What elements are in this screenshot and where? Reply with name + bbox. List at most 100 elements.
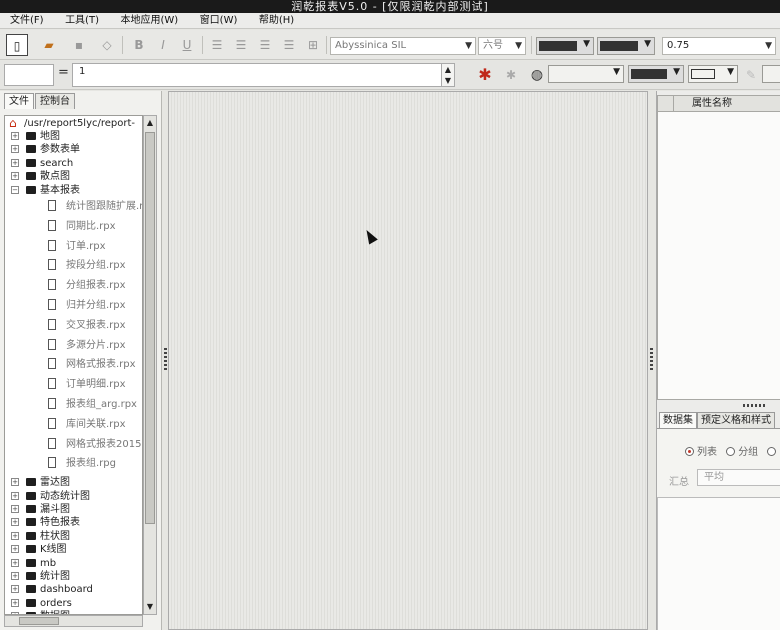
font-family-select[interactable]: Abyssinica SIL ▼ [330,37,476,55]
file-icon [48,417,56,429]
expand-icon[interactable]: + [11,558,19,567]
tree-root[interactable]: ⌂ /usr/report5lyc/report- [5,117,142,130]
run-report-icon[interactable]: ✱ [474,64,496,86]
properties-panel: 属性名称 数据集 预定义格和样式 列表 分组 汇总 平均 [656,91,780,630]
tab-files[interactable]: 文件 [4,93,34,109]
align-right-icon[interactable]: ☰ [254,34,276,56]
folder-icon [26,572,36,580]
radio-group[interactable] [726,447,736,456]
expand-icon[interactable]: + [11,145,19,154]
expand-icon[interactable]: + [11,545,19,554]
menu-bar: 文件(F) 工具(T) 本地应用(W) 窗口(W) 帮助(H) [0,13,780,29]
align-left-icon[interactable]: ☰ [206,34,228,56]
scroll-up-icon[interactable]: ▲ [144,116,156,130]
chevron-down-icon: ▼ [644,39,651,49]
chevron-down-icon: ▼ [673,67,680,77]
property-name-header: 属性名称 [658,96,780,112]
summary-select[interactable]: 平均 [697,469,780,486]
file-icon [48,457,56,469]
folder-icon [26,558,36,567]
font-size-select[interactable]: 六号 ▼ [478,37,526,55]
dataset-config: 列表 分组 汇总 平均 [657,428,780,630]
tab-predefined-styles[interactable]: 预定义格和样式 [697,412,775,428]
menu-help[interactable]: 帮助(H) [249,13,302,29]
file-icon [48,338,56,350]
scroll-down-icon[interactable]: ▼ [144,600,156,614]
new-file-icon[interactable]: ▯ [6,34,28,56]
merge-cells-icon[interactable]: ⊞ [302,34,324,56]
scroll-thumb[interactable] [145,132,155,524]
tool-icon[interactable]: ✱ [500,64,522,86]
folder-icon [26,598,36,607]
file-tree: ⌂ /usr/report5lyc/report- + 地图 + 参数表单 + searc… [4,115,143,615]
menu-local-apps[interactable]: 本地应用(W) [110,13,186,29]
border-color-select[interactable]: ▼ [628,65,684,83]
formula-toolbar: = 1 ▲ ▼ ✱ ✱ ◍ ▼ ▼ ▼ ✎ [0,61,780,90]
file-icon [48,318,56,330]
expand-icon[interactable]: + [11,505,19,513]
globe-icon[interactable]: ◍ [526,64,548,86]
right-splitter-grip[interactable] [650,348,653,372]
open-folder-icon[interactable]: ▰ [38,34,60,56]
cell-reference-field[interactable] [4,64,54,86]
chevron-down-icon: ▼ [583,39,590,49]
expand-icon[interactable]: + [11,491,19,500]
folder-icon [26,478,36,487]
justify-icon[interactable]: ☰ [278,34,300,56]
italic-button[interactable]: I [152,34,174,56]
tab-console[interactable]: 控制台 [35,93,75,109]
menu-tools[interactable]: 工具(T) [55,13,107,29]
dataset-fields-box[interactable] [657,497,780,630]
bold-button[interactable]: B [128,34,150,56]
file-icon [48,200,56,211]
format-toolbar: ▯ ▰ ▪ ◇ B I U ☰ ☰ ☰ ☰ ⊞ Abyssinica SIL ▼ … [0,30,780,60]
tab-dataset[interactable]: 数据集 [659,412,697,428]
expand-icon[interactable]: + [11,518,19,527]
folder-icon [26,145,36,154]
radio-other[interactable] [767,447,777,456]
background-color-select[interactable]: ▼ [597,37,655,55]
file-icon [48,279,56,291]
collapse-icon[interactable]: − [11,185,19,194]
formula-spinner[interactable]: ▲ ▼ [441,63,455,87]
tree-vertical-scrollbar[interactable]: ▲ ▼ [143,115,157,615]
file-icon [48,437,56,449]
underline-button[interactable]: U [176,34,198,56]
folder-icon [26,158,36,167]
align-center-icon[interactable]: ☰ [230,34,252,56]
folder-icon [26,518,36,527]
expand-icon[interactable]: + [11,585,19,594]
left-splitter-grip[interactable] [164,348,167,372]
line-style-select[interactable]: ▼ [548,65,624,83]
more-select[interactable] [762,65,780,83]
radio-list[interactable] [685,447,694,456]
formula-input[interactable]: 1 [72,63,442,87]
expand-icon[interactable]: + [11,531,19,540]
summary-label: 汇总 [669,477,689,488]
expand-icon[interactable]: + [11,572,19,580]
expand-icon[interactable]: + [11,158,19,167]
tree-horizontal-scrollbar[interactable] [4,615,143,627]
folder-icon [26,185,36,194]
chevron-down-icon: ▼ [765,41,772,51]
expand-icon[interactable]: + [11,598,19,607]
border-style-select[interactable]: ▼ [688,65,738,83]
file-icon [48,239,56,251]
brush-icon[interactable]: ✎ [740,64,762,86]
report-design-canvas[interactable] [168,91,648,630]
line-width-select[interactable]: 0.75 ▼ [662,37,776,55]
panel-splitter-grip[interactable] [743,404,767,407]
menu-window[interactable]: 窗口(W) [190,13,246,29]
window-title: 润乾报表V5.0 - [仅限润乾内部测试] [0,0,780,13]
folder-icon [26,531,36,540]
scroll-thumb[interactable] [19,617,59,625]
font-color-select[interactable]: ▼ [536,37,594,55]
expand-icon[interactable]: + [11,172,19,181]
expand-icon[interactable]: + [11,132,19,140]
expand-icon[interactable]: + [11,478,19,487]
folder-icon [26,545,36,554]
save-icon[interactable]: ▪ [68,34,90,56]
preview-icon[interactable]: ◇ [96,34,118,56]
folder-icon [26,491,36,500]
menu-file[interactable]: 文件(F) [0,13,52,29]
